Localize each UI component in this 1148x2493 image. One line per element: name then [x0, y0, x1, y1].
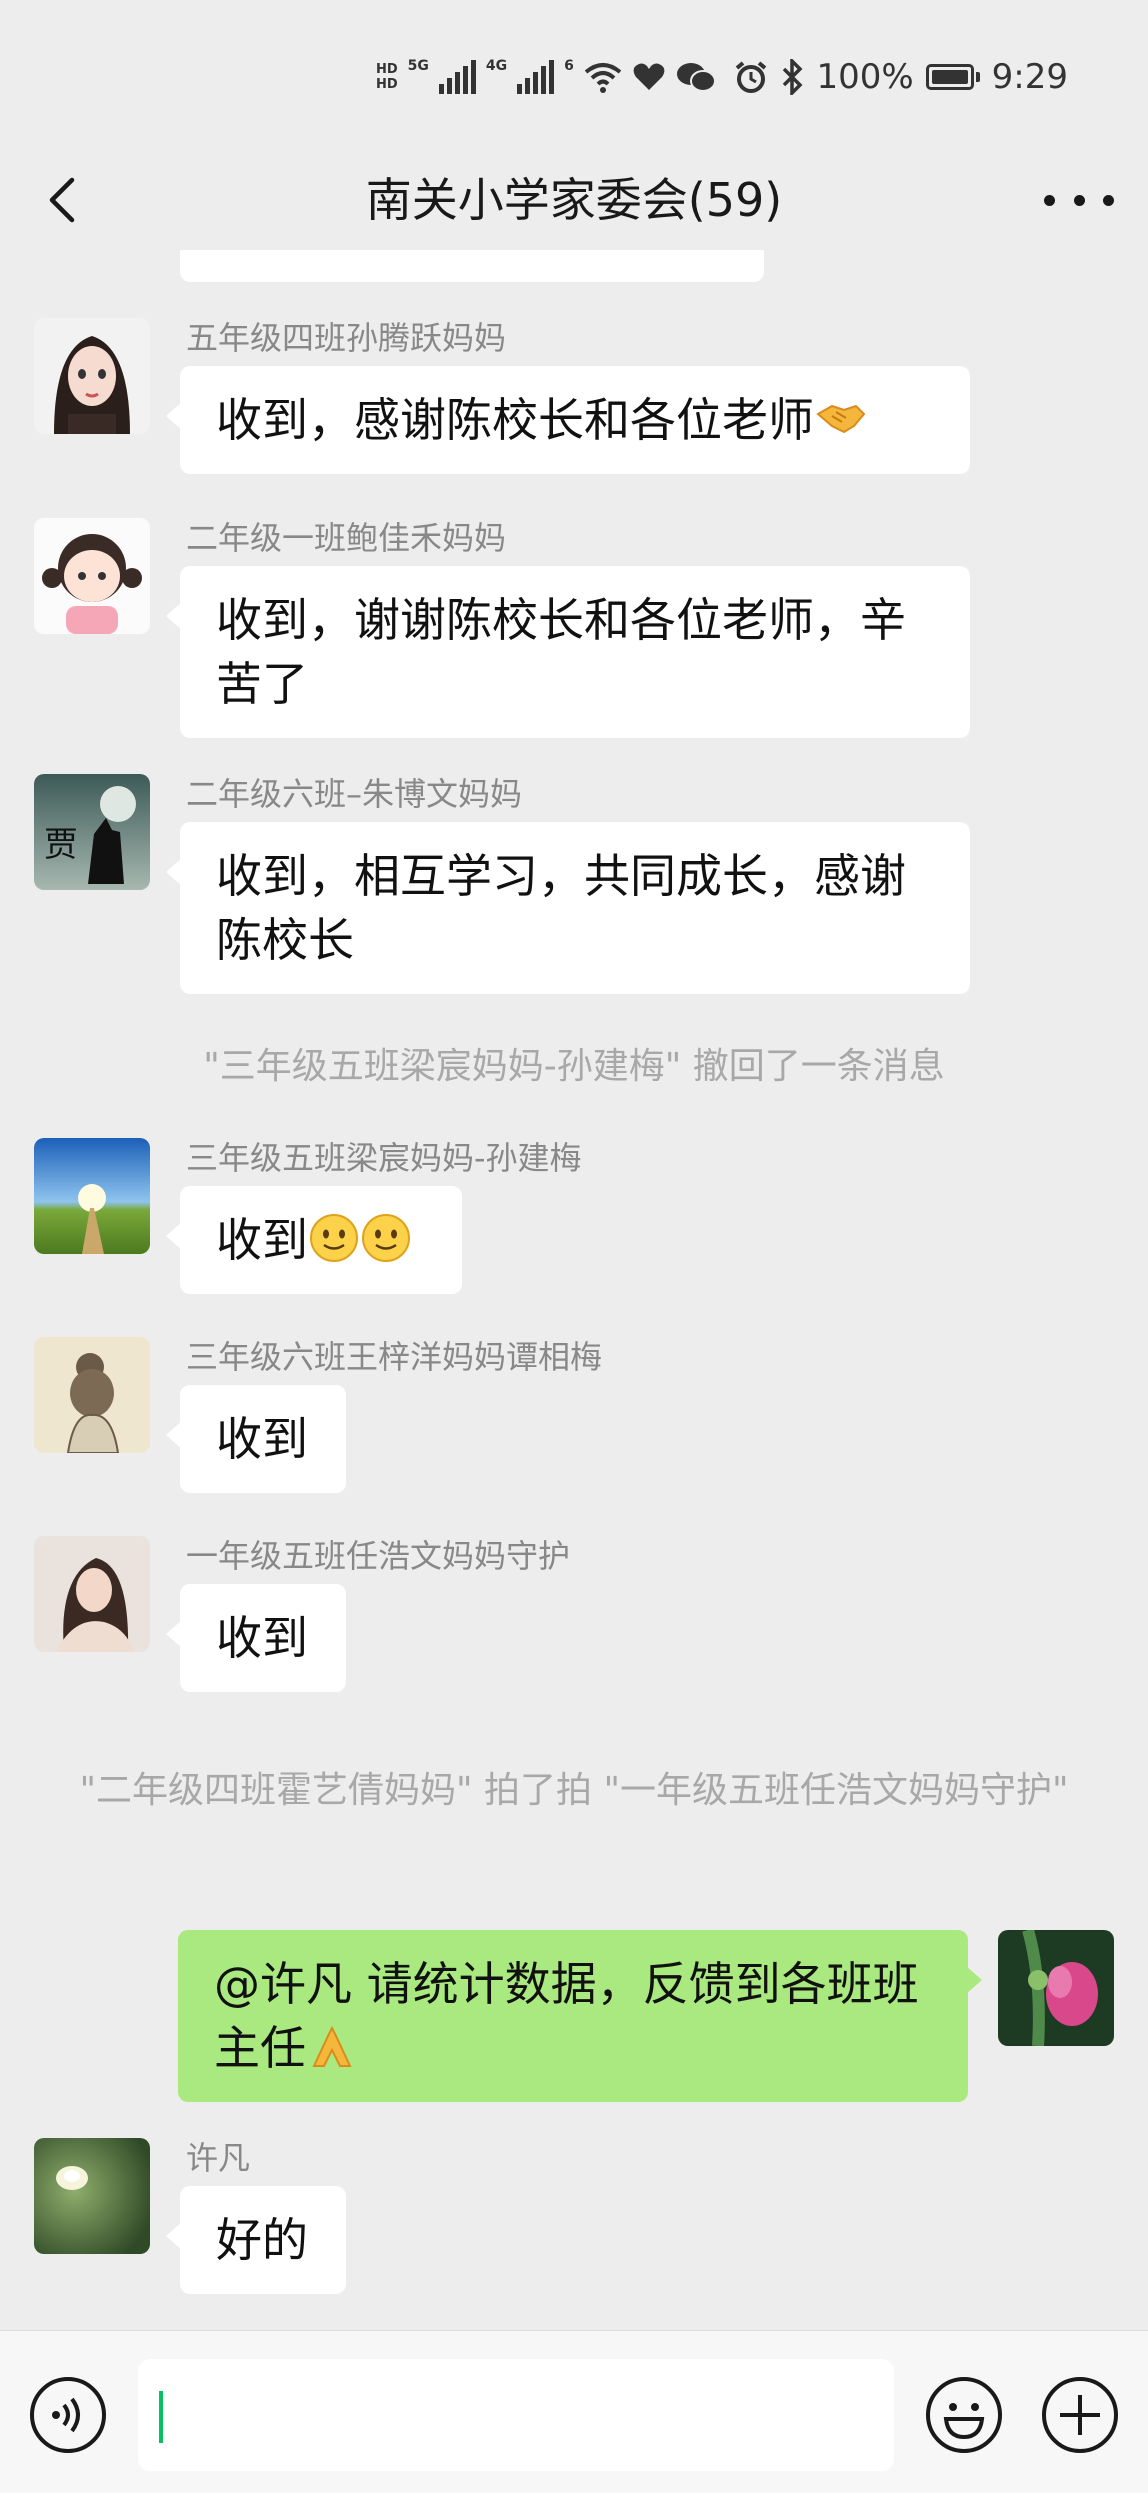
network-4g-label: 4G [485, 58, 508, 74]
emoji-icon[interactable] [924, 2375, 1004, 2455]
hd-label-1: HD [376, 62, 398, 77]
sender-name: 二年级一班鲍佳禾妈妈 [186, 519, 507, 557]
battery-icon [925, 64, 980, 90]
wifi-6-label: 6 [564, 58, 574, 74]
battery-percent: 100% [816, 57, 914, 97]
avatar[interactable] [998, 1930, 1114, 2046]
signal-icon [438, 60, 476, 94]
wechat-icon [676, 63, 716, 92]
avatar[interactable] [34, 1536, 150, 1652]
avatar[interactable] [34, 518, 150, 634]
avatar[interactable] [34, 1138, 150, 1254]
message-list[interactable]: 五年级四班孙腾跃妈妈 收到，感谢陈校长和各位老师 二年级一班鲍佳禾妈妈 收到，谢… [0, 250, 1148, 2330]
network-indicators: HD HD 5G 4G 6 [376, 54, 716, 100]
message-text: 收到，谢谢陈校长和各位老师，辛苦了 [216, 593, 906, 711]
partial-message-bubble [180, 250, 764, 282]
sender-name: 许凡 [186, 2139, 251, 2177]
alarm-icon [736, 61, 767, 93]
message-text: 收到，感谢陈校长和各位老师 [216, 393, 814, 447]
message-bubble[interactable]: 收到，相互学习，共同成长，感谢陈校长 [166, 822, 970, 994]
system-message-pat: "二年级四班霍艺倩妈妈" 拍了拍 "一年级五班任浩文妈妈守护" [79, 1770, 1069, 1811]
hd-badge: HD HD [376, 62, 398, 92]
pray-emoji-icon [312, 2025, 352, 2067]
message-text: 收到，相互学习，共同成长，感谢陈校长 [216, 849, 906, 967]
plus-icon[interactable] [1040, 2375, 1120, 2455]
handshake-emoji-icon [816, 404, 866, 434]
avatar[interactable] [34, 2138, 150, 2254]
text-cursor [159, 2391, 163, 2443]
avatar[interactable] [34, 1337, 150, 1453]
message-text: 好的 [216, 2213, 308, 2267]
more-icon[interactable] [1044, 178, 1114, 222]
sender-name: 三年级六班王梓洋妈妈谭相梅 [186, 1338, 603, 1376]
smile-emoji-icon [362, 1214, 410, 1262]
heart-icon [633, 63, 665, 90]
avatar[interactable]: 贾 [34, 774, 150, 890]
bluetooth-icon [783, 59, 803, 95]
hd-label-2: HD [376, 77, 398, 92]
chat-title: 南关小学家委会(59) [365, 173, 783, 227]
message-input[interactable] [138, 2359, 894, 2471]
message-bubble[interactable]: 收到 [166, 1186, 462, 1294]
clock: 9:29 [991, 57, 1068, 97]
smile-emoji-icon [310, 1214, 358, 1262]
sender-name: 二年级六班–朱博文妈妈 [186, 775, 523, 813]
chat-header: 南关小学家委会(59) [0, 150, 1148, 250]
input-bar [0, 2330, 1148, 2493]
voice-icon[interactable] [28, 2375, 108, 2455]
wifi-icon [584, 63, 622, 93]
message-bubble[interactable]: 收到，感谢陈校长和各位老师 [166, 366, 970, 474]
avatar-calligraphy: 贾 [44, 825, 78, 865]
message-bubble[interactable]: 收到 [166, 1385, 346, 1493]
message-bubble[interactable]: 收到，谢谢陈校长和各位老师，辛苦了 [166, 566, 970, 738]
avatar[interactable] [34, 318, 150, 434]
network-5g-label: 5G [407, 58, 429, 74]
message-text: 收到 [216, 1213, 308, 1267]
sender-name: 一年级五班任浩文妈妈守护 [186, 1537, 571, 1575]
sender-name: 三年级五班梁宸妈妈-孙建梅 [186, 1139, 582, 1177]
message-bubble[interactable]: 好的 [166, 2186, 346, 2294]
message-bubble[interactable]: 收到 [166, 1584, 346, 1692]
signal-icon-2 [517, 60, 555, 94]
status-bar: HD HD 5G 4G 6 100% 9:29 [0, 0, 1148, 150]
message-text: 收到 [216, 1611, 308, 1665]
message-text: 收到 [216, 1412, 308, 1466]
system-message-recall: "三年级五班梁宸妈妈-孙建梅" 撤回了一条消息 [203, 1046, 945, 1087]
system-indicators: 100% 9:29 [734, 54, 1068, 100]
my-message-bubble[interactable]: @许凡 请统计数据，反馈到各班班主任 [178, 1930, 982, 2102]
sender-name: 五年级四班孙腾跃妈妈 [186, 319, 507, 357]
